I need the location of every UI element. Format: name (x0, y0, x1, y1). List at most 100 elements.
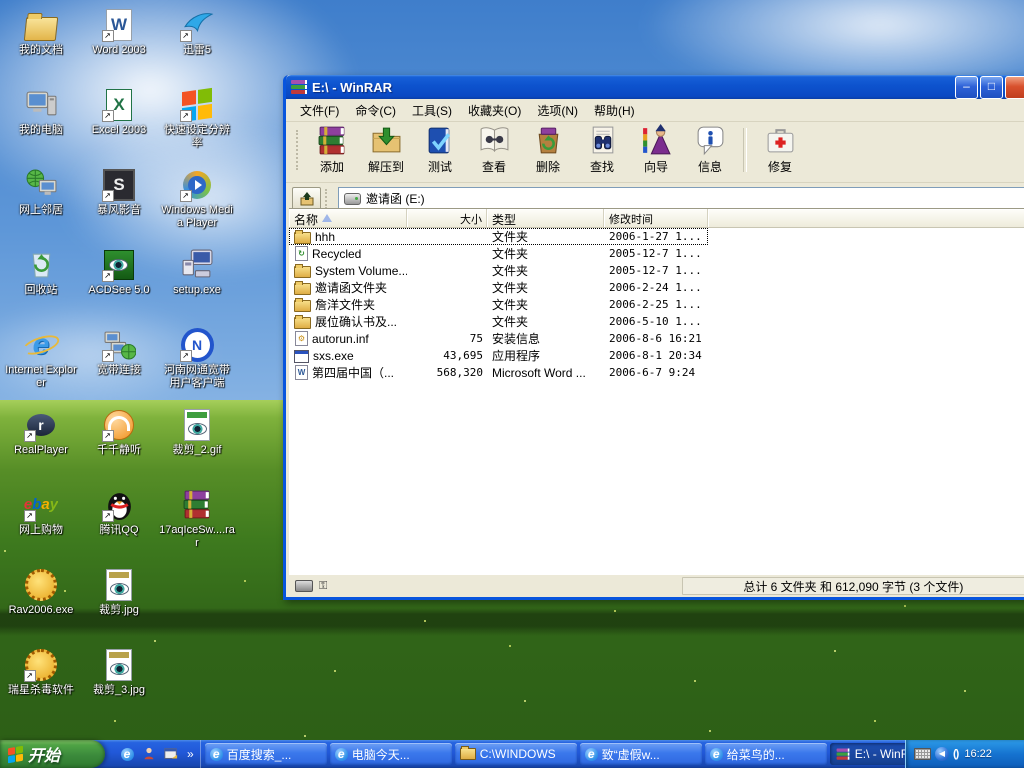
desktop-icon-quick-resolution[interactable]: ↗ 快速设定分辨率 (158, 84, 236, 164)
realplayer-icon: r↗ (25, 408, 58, 441)
desktop-icon-label: 快速设定分辨率 (159, 124, 235, 150)
wizard-button[interactable]: 向导 (629, 124, 683, 178)
menu-help[interactable]: 帮助(H) (586, 99, 643, 122)
repair-button[interactable]: 修复 (753, 124, 807, 178)
keyboard-tray-icon[interactable] (914, 748, 931, 760)
desktop-icon-tencent-qq[interactable]: ↗ 腾讯QQ (80, 484, 158, 564)
desktop-icon-rav2006[interactable]: Rav2006.exe (2, 564, 80, 644)
file-row[interactable]: 邀请函文件夹 文件夹 2006-2-24 1... (289, 279, 1024, 296)
up-one-level-button[interactable] (292, 187, 321, 211)
desktop-icon-label: Word 2003 (92, 44, 146, 57)
desktop-icon-jpg-image[interactable]: 裁剪.jpg (80, 564, 158, 644)
desktop-icon-jpg-image-3[interactable]: 裁剪_3.jpg (80, 644, 158, 724)
menu-file[interactable]: 文件(F) (292, 99, 347, 122)
collapse-chevron-icon[interactable]: ◀ (935, 747, 949, 761)
desktop-icon-network-places[interactable]: 网上邻居 (2, 164, 80, 244)
test-archive-icon (424, 124, 457, 157)
key-icon[interactable]: ⚿ (319, 580, 327, 593)
desktop-icon-thunder5[interactable]: ↗ 迅雷5 (158, 4, 236, 84)
column-header-size[interactable]: 大小 (407, 209, 487, 228)
desktop-icon-label: 网上邻居 (19, 204, 63, 217)
quick-launch: e » (113, 740, 201, 768)
task-baidu-search[interactable]: e百度搜索_... (205, 743, 327, 765)
desktop-icon-word-2003[interactable]: W↗ Word 2003 (80, 4, 158, 84)
desktop-icon-online-shopping[interactable]: ebay↗ 网上购物 (2, 484, 80, 564)
column-header-type[interactable]: 类型 (487, 209, 604, 228)
desktop-icon-grid: 我的文档 W↗ Word 2003 ↗ 迅雷5 我的电脑 X↗ Excel 20… (2, 4, 236, 724)
quick-launch-app-window[interactable] (163, 746, 179, 762)
desktop-icon-gif-image[interactable]: 裁剪_2.gif (158, 404, 236, 484)
find-button[interactable]: 查找 (575, 124, 629, 178)
title-bar[interactable]: E:\ - WinRAR – □ (286, 75, 1024, 99)
taskbar-clock[interactable]: 16:22 (964, 748, 992, 760)
desktop-icon-storm-player[interactable]: S↗ 暴风影音 (80, 164, 158, 244)
shortcut-arrow-icon: ↗ (102, 430, 114, 442)
menu-commands[interactable]: 命令(C) (347, 99, 404, 122)
task-gei-cainiao[interactable]: e给菜鸟的... (705, 743, 827, 765)
address-combobox[interactable]: 邀请函 (E:) (338, 187, 1024, 211)
desktop-icon-excel-2003[interactable]: X↗ Excel 2003 (80, 84, 158, 164)
desktop-icon-netcom-client[interactable]: N↗ 河南网通宽带用户客户端 (158, 324, 236, 404)
desktop-icon-rising-antivirus[interactable]: ↗ 瑞星杀毒软件 (2, 644, 80, 724)
shortcut-arrow-icon: ↗ (102, 510, 114, 522)
file-row[interactable]: sxs.exe 43,695 应用程序 2006-8-1 20:34 (289, 347, 1024, 364)
file-row[interactable]: W第四届中国（... 568,320 Microsoft Word ... 20… (289, 364, 1024, 381)
desktop-icon-acdsee[interactable]: ↗ ACDSee 5.0 (80, 244, 158, 324)
disk-icon[interactable] (295, 580, 313, 592)
task-buttons: e百度搜索_... e电脑今天... C:\WINDOWS e致“虚假w... … (201, 740, 905, 768)
quick-launch-ie[interactable]: e (119, 746, 135, 762)
task-zhi-xujia[interactable]: e致“虚假w... (580, 743, 702, 765)
chevron-more-icon[interactable]: » (185, 747, 194, 761)
menu-options[interactable]: 选项(N) (529, 99, 586, 122)
task-winrar[interactable]: E:\ - WinRAR (830, 743, 905, 765)
file-row[interactable]: ↻Recycled 文件夹 2005-12-7 1... (289, 245, 1024, 262)
address-gripper[interactable] (325, 189, 331, 209)
desktop-icon-setup-exe[interactable]: setup.exe (158, 244, 236, 324)
desktop-icon-recycle-bin[interactable]: 回收站 (2, 244, 80, 324)
system-tray: ◀ () 16:22 (905, 740, 1024, 768)
column-header-modified[interactable]: 修改时间 (604, 209, 708, 228)
desktop-icon-realplayer[interactable]: r↗ RealPlayer (2, 404, 80, 484)
view-button[interactable]: 查看 (467, 124, 521, 178)
task-computer-today[interactable]: e电脑今天... (330, 743, 452, 765)
file-row[interactable]: System Volume... 文件夹 2005-12-7 1... (289, 262, 1024, 279)
task-c-windows[interactable]: C:\WINDOWS (455, 743, 577, 765)
desktop-icon-rar-archive[interactable]: 17aqIceSw....rar (158, 484, 236, 564)
maximize-button[interactable]: □ (980, 76, 1003, 99)
extract-to-button[interactable]: 解压到 (359, 124, 413, 178)
file-row[interactable]: ⚙autorun.inf 75 安装信息 2006-8-6 16:21 (289, 330, 1024, 347)
toolbar: 添加 解压到 测试 查看 删除 查找 向导 信息 (286, 122, 1024, 183)
desktop-icon-label: 宽带连接 (97, 364, 141, 377)
acdsee-icon: ↗ (103, 248, 136, 281)
desktop-icon-internet-explorer[interactable]: e Internet Explorer (2, 324, 80, 404)
desktop-icon-my-documents[interactable]: 我的文档 (2, 4, 80, 84)
test-button[interactable]: 测试 (413, 124, 467, 178)
lion-icon (25, 568, 58, 601)
desktop-icon-ttplayer[interactable]: ↗ 千千静听 (80, 404, 158, 484)
menu-tools[interactable]: 工具(S) (404, 99, 460, 122)
minimize-button[interactable]: – (955, 76, 978, 99)
delete-button[interactable]: 删除 (521, 124, 575, 178)
file-row[interactable]: 展位确认书及... 文件夹 2006-5-10 1... (289, 313, 1024, 330)
add-button[interactable]: 添加 (305, 124, 359, 178)
menu-favorites[interactable]: 收藏夹(O) (460, 99, 529, 122)
folder-icon (294, 283, 311, 295)
desktop-icon-broadband[interactable]: ↗ 宽带连接 (80, 324, 158, 404)
folder-icon (294, 232, 311, 244)
desktop-icon-label: 裁剪_3.jpg (93, 684, 145, 697)
file-row[interactable]: 詹洋文件夹 文件夹 2006-2-25 1... (289, 296, 1024, 313)
file-row[interactable]: hhh 文件夹 2006-1-27 1... (289, 228, 708, 245)
desktop-icon-windows-media-player[interactable]: ↗ Windows Media Player (158, 164, 236, 244)
close-button[interactable] (1005, 76, 1024, 99)
netcom-tray-icon[interactable]: () (953, 748, 958, 760)
status-bar: ⚿ 总计 6 文件夹 和 612,090 字节 (3 个文件) (289, 574, 1024, 597)
info-button[interactable]: 信息 (683, 124, 737, 178)
quick-launch-messenger[interactable] (141, 746, 157, 762)
desktop-icon-my-computer[interactable]: 我的电脑 (2, 84, 80, 164)
toolbar-gripper[interactable] (296, 130, 302, 170)
ttplayer-icon: ↗ (103, 408, 136, 441)
column-header-name[interactable]: 名称 (289, 209, 407, 228)
shortcut-arrow-icon: ↗ (180, 190, 192, 202)
inf-file-icon: ⚙ (295, 331, 308, 346)
start-button[interactable]: 开始 (0, 740, 105, 768)
